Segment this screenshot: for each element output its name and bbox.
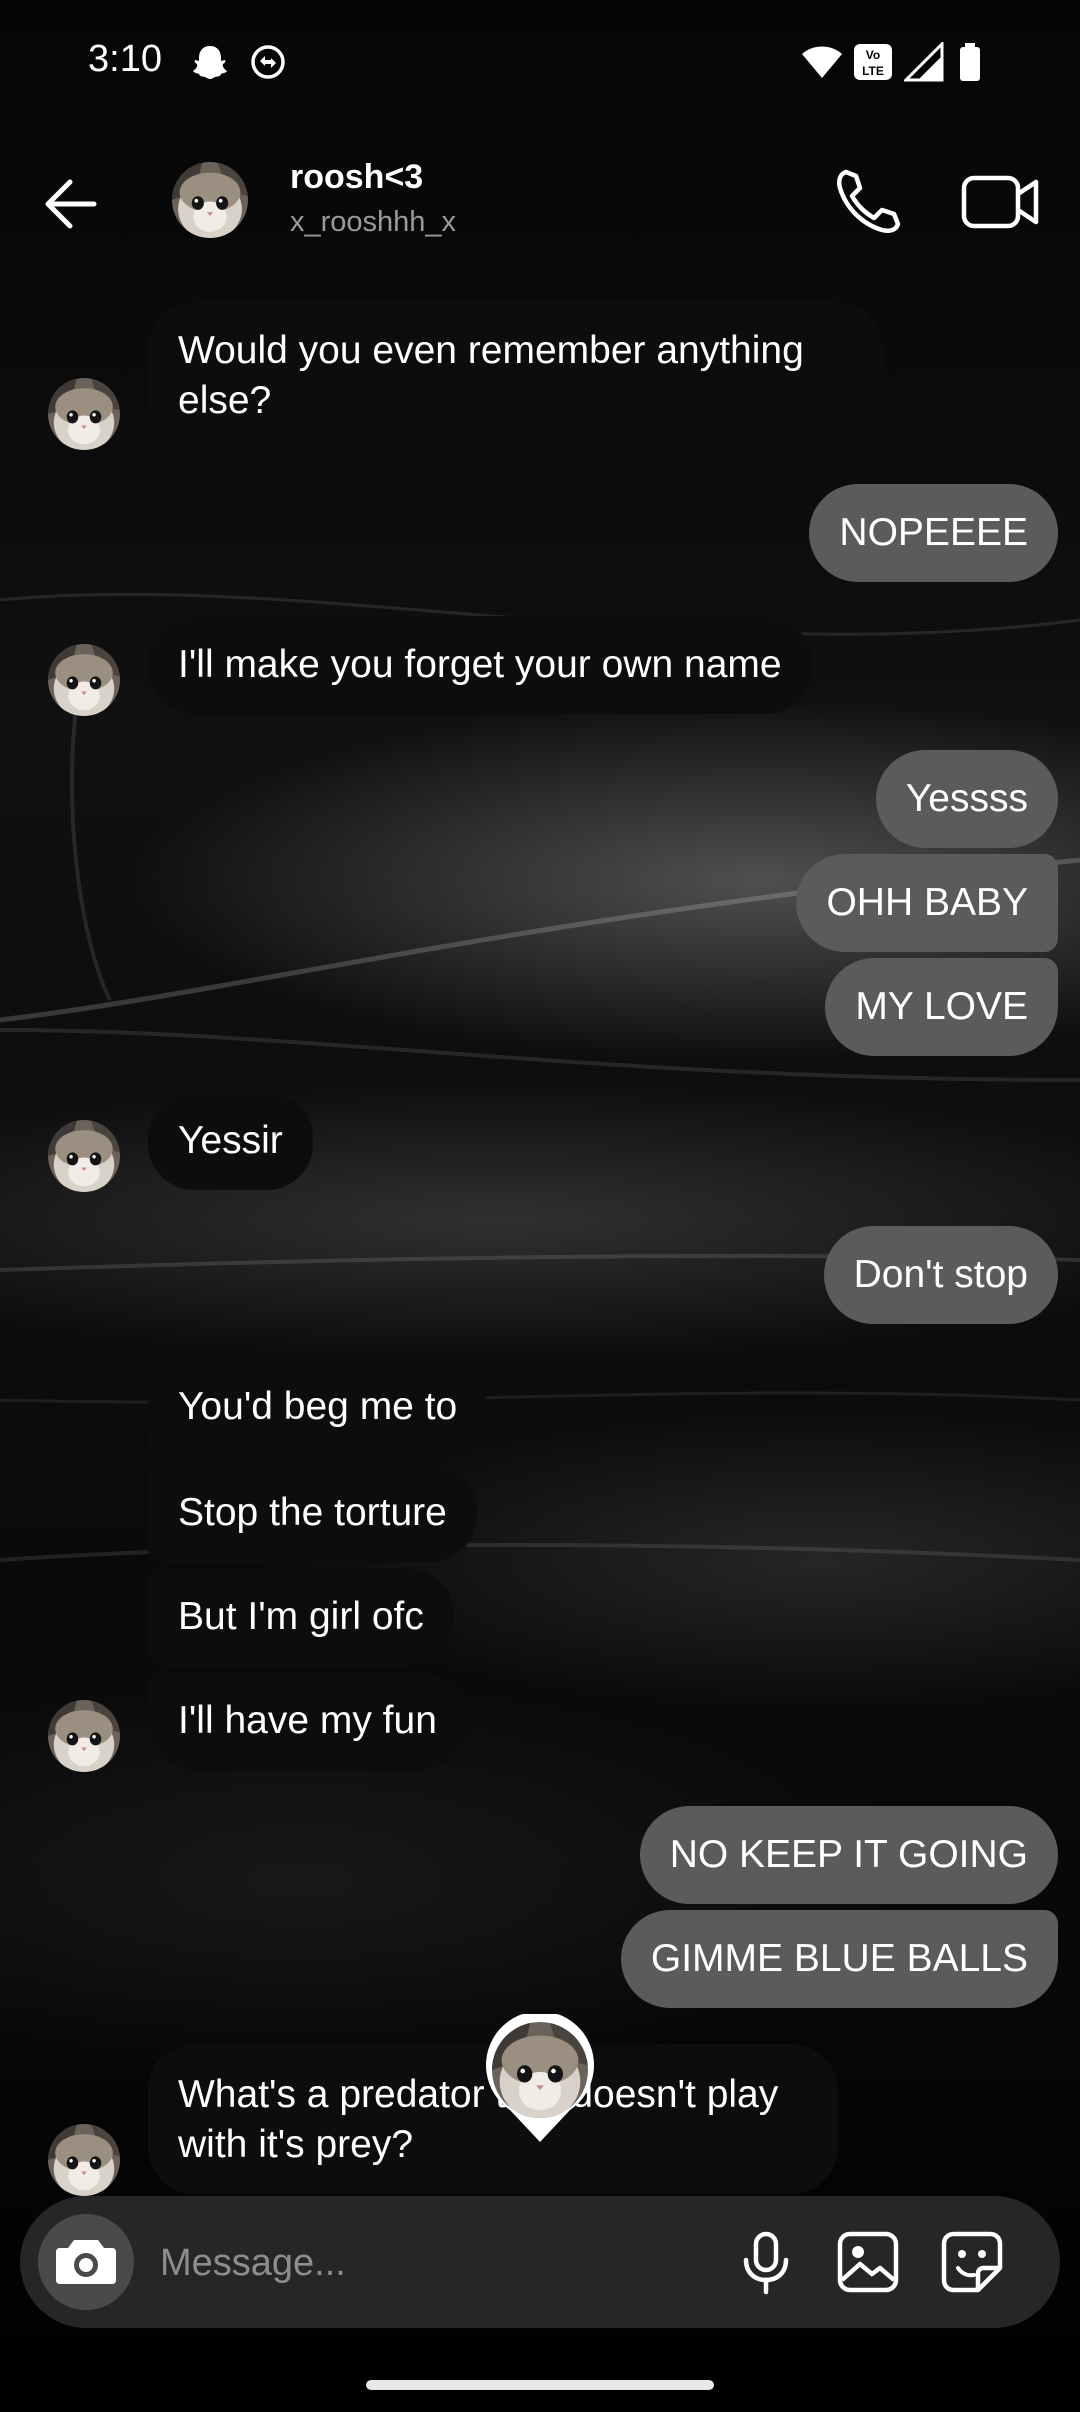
message-bubble[interactable]: Don't stop xyxy=(823,1226,1058,1324)
message-composer xyxy=(20,2196,1060,2328)
message-bubble[interactable]: I'll have my fun xyxy=(148,1672,467,1770)
home-indicator[interactable] xyxy=(366,2380,714,2390)
message-bubble[interactable]: Would you even remember anything else? xyxy=(148,302,882,450)
avatar xyxy=(48,1120,120,1192)
avatar xyxy=(48,644,120,716)
svg-text:LTE: LTE xyxy=(862,64,884,78)
message-bubble[interactable]: GIMME BLUE BALLS xyxy=(620,1910,1058,2008)
avatar xyxy=(48,378,120,450)
seen-avatar-marker xyxy=(486,2014,594,2142)
status-time: 3:10 xyxy=(88,38,162,80)
status-bar: 3:10 Vo LTE xyxy=(0,0,1080,120)
svg-text:Vo: Vo xyxy=(866,48,880,62)
message-input[interactable] xyxy=(158,2232,722,2294)
contact-username[interactable]: x_rooshhh_x xyxy=(290,206,456,239)
battery-icon xyxy=(960,43,980,81)
message-bubble[interactable]: Stop the torture xyxy=(148,1464,477,1562)
back-arrow-icon[interactable] xyxy=(36,168,108,240)
message-bubble[interactable]: NO KEEP IT GOING xyxy=(639,1806,1058,1904)
avatar xyxy=(48,2124,120,2196)
message-bubble[interactable]: OHH BABY xyxy=(796,854,1058,952)
microphone-icon[interactable] xyxy=(732,2228,800,2296)
chat-screen: 3:10 Vo LTE roosh<3 x_rooshhh_x Would yo… xyxy=(0,0,1080,2412)
message-bubble[interactable]: Yessir xyxy=(148,1092,313,1190)
message-bubble[interactable]: MY LOVE xyxy=(825,958,1058,1056)
camera-button[interactable] xyxy=(38,2214,134,2310)
snapchat-icon xyxy=(193,46,227,79)
sticker-icon[interactable] xyxy=(938,2228,1006,2296)
avatar xyxy=(48,1700,120,1772)
sync-icon xyxy=(251,45,285,79)
message-bubble[interactable]: Yessss xyxy=(875,750,1058,848)
message-bubble[interactable]: I'll make you forget your own name xyxy=(148,616,812,714)
volte-icon: Vo LTE xyxy=(854,44,892,80)
avatar[interactable] xyxy=(172,162,248,238)
signal-icon xyxy=(904,42,944,82)
contact-name[interactable]: roosh<3 xyxy=(290,158,423,197)
gallery-icon[interactable] xyxy=(834,2228,902,2296)
message-bubble[interactable]: But I'm girl ofc xyxy=(148,1568,454,1666)
video-camera-icon[interactable] xyxy=(958,164,1042,240)
phone-icon[interactable] xyxy=(830,164,906,240)
camera-icon[interactable] xyxy=(38,2214,134,2310)
message-bubble[interactable]: You'd beg me to xyxy=(148,1358,488,1456)
wifi-icon xyxy=(802,46,842,78)
message-bubble[interactable]: NOPEEEE xyxy=(809,484,1058,582)
chat-header: roosh<3 x_rooshhh_x xyxy=(0,140,1080,270)
